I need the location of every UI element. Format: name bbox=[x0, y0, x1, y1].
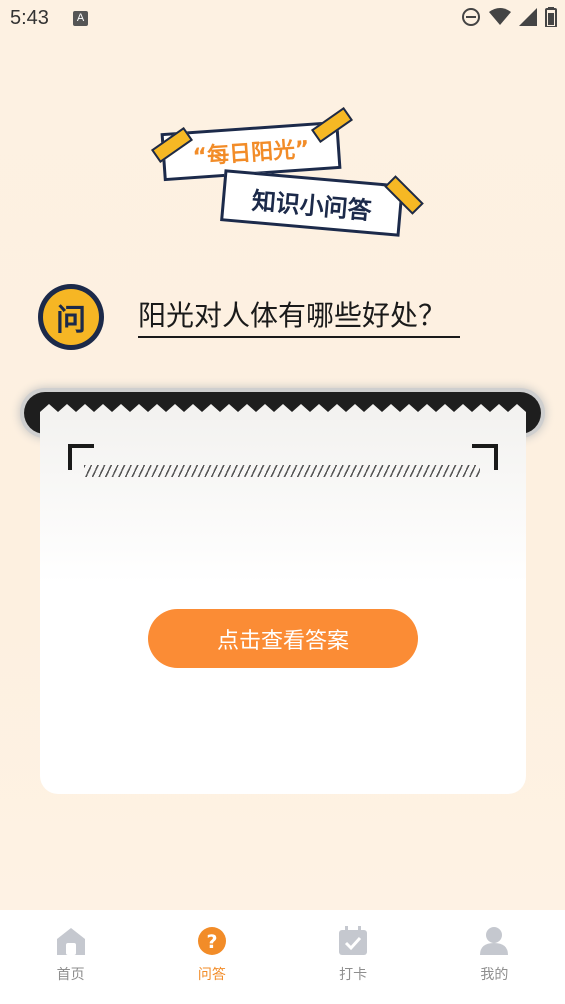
nav-label-checkin: 打卡 bbox=[339, 967, 368, 983]
view-answer-button[interactable]: 点击查看答案 bbox=[148, 609, 418, 668]
status-icons bbox=[461, 7, 557, 27]
nav-item-profile[interactable]: 我的 bbox=[424, 910, 565, 1004]
status-time: 5:43 bbox=[10, 7, 49, 29]
nav-label-profile: 我的 bbox=[480, 967, 509, 983]
status-bar: 5:43 A bbox=[0, 0, 565, 40]
nav-label-home: 首页 bbox=[56, 967, 85, 983]
title-banner: “每日阳光” 知识小问答 bbox=[150, 106, 424, 237]
question-icon: ? bbox=[197, 927, 226, 955]
hatch-line bbox=[84, 465, 480, 477]
ticket-edge bbox=[40, 404, 526, 420]
banner-line2: 知识小问答 bbox=[250, 186, 373, 225]
do-not-disturb-icon bbox=[462, 8, 480, 26]
calendar-check-icon bbox=[339, 926, 368, 955]
nav-label-qa: 问答 bbox=[197, 967, 226, 983]
battery-icon bbox=[545, 7, 557, 27]
wifi-icon bbox=[489, 8, 511, 25]
nav-item-home[interactable]: 首页 bbox=[0, 910, 141, 1004]
notification-icon: A bbox=[73, 11, 88, 26]
svg-text:?: ? bbox=[206, 931, 217, 953]
bottom-nav: 首页 ? 问答 打卡 我的 bbox=[0, 910, 565, 1004]
question-text: 阳光对人体有哪些好处？ bbox=[138, 294, 461, 338]
home-icon bbox=[56, 928, 85, 955]
signal-icon bbox=[519, 8, 537, 26]
nav-item-checkin[interactable]: 打卡 bbox=[283, 910, 424, 1004]
question-badge-label: 问 bbox=[43, 289, 99, 345]
question-badge: 问 bbox=[38, 284, 104, 350]
banner-line2-card: 知识小问答 bbox=[220, 169, 404, 237]
user-icon bbox=[480, 927, 509, 955]
nav-item-qa[interactable]: ? 问答 bbox=[141, 910, 282, 1004]
banner-line1: “每日阳光” bbox=[191, 136, 311, 171]
